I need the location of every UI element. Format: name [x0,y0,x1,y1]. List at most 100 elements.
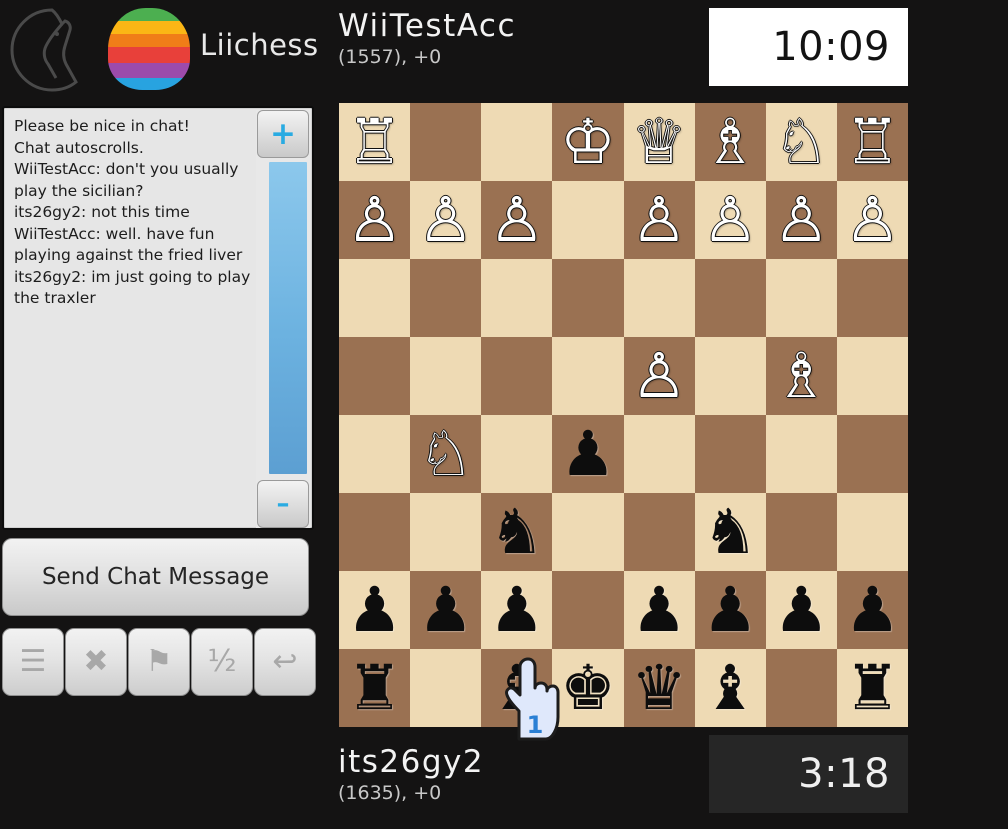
chess-piece-wP[interactable]: ♙ [845,189,901,251]
board-square[interactable]: ♟ [623,571,695,649]
chess-piece-bN[interactable]: ♞ [489,501,545,563]
board-square[interactable] [765,415,837,493]
board-square[interactable]: ♙ [481,181,553,259]
board-square[interactable] [623,259,695,337]
board-square[interactable] [623,493,695,571]
board-square[interactable]: ♟ [481,571,553,649]
board-square[interactable] [410,649,482,727]
send-chat-message-button[interactable]: Send Chat Message [2,538,309,616]
board-square[interactable]: ♟ [410,571,482,649]
board-square[interactable]: ♙ [623,337,695,415]
chess-piece-wB[interactable]: ♗ [774,345,830,407]
board-square[interactable] [694,259,766,337]
board-square[interactable] [410,103,482,181]
board-square[interactable] [339,259,411,337]
board-square[interactable] [694,337,766,415]
board-square[interactable]: ♝ [481,649,553,727]
board-square[interactable]: ♖ [836,103,908,181]
board-square[interactable] [410,493,482,571]
chess-piece-wN[interactable]: ♘ [418,423,474,485]
chat-scrollbar-thumb[interactable] [269,162,307,474]
chess-piece-bP[interactable]: ♟ [489,579,545,641]
chess-piece-bP[interactable]: ♟ [418,579,474,641]
board-square[interactable]: ♞ [694,493,766,571]
menu-button[interactable]: ☰ [2,628,64,696]
board-square[interactable]: ♖ [339,103,411,181]
board-square[interactable] [410,259,482,337]
chat-message-log[interactable]: Please be nice in chat! Chat autoscrolls.… [14,116,262,522]
abort-button[interactable]: ✖ [65,628,127,696]
chess-piece-wP[interactable]: ♙ [702,189,758,251]
chess-piece-wR[interactable]: ♖ [845,111,901,173]
chat-scroll-up-button[interactable]: + [257,110,309,158]
chess-piece-wP[interactable]: ♙ [631,189,687,251]
chess-piece-bR[interactable]: ♜ [845,657,901,719]
board-square[interactable] [836,415,908,493]
board-square[interactable] [481,415,553,493]
chess-piece-wP[interactable]: ♙ [489,189,545,251]
board-square[interactable] [623,415,695,493]
board-square[interactable] [339,415,411,493]
board-square[interactable]: ♙ [765,181,837,259]
chess-piece-bP[interactable]: ♟ [631,579,687,641]
board-square[interactable]: ♜ [836,649,908,727]
chess-piece-bP[interactable]: ♟ [702,579,758,641]
board-square[interactable] [552,181,624,259]
chat-scrollbar[interactable]: + – [256,110,310,528]
chess-piece-wP[interactable]: ♙ [347,189,403,251]
chess-piece-wR[interactable]: ♖ [347,111,403,173]
chess-piece-wP[interactable]: ♙ [774,189,830,251]
board-square[interactable]: ♘ [410,415,482,493]
board-square[interactable]: ♟ [339,571,411,649]
draw-offer-button[interactable]: ½ [191,628,253,696]
chess-piece-bP[interactable]: ♟ [560,423,616,485]
board-square[interactable]: ♔ [552,103,624,181]
board-square[interactable]: ♟ [765,571,837,649]
chess-piece-bP[interactable]: ♟ [347,579,403,641]
board-square[interactable] [481,259,553,337]
board-square[interactable] [339,493,411,571]
chess-piece-wK[interactable]: ♔ [560,111,616,173]
board-square[interactable] [552,493,624,571]
board-square[interactable]: ♗ [694,103,766,181]
chat-scroll-down-button[interactable]: – [257,480,309,528]
board-square[interactable] [836,337,908,415]
chess-piece-bB[interactable]: ♝ [489,657,545,719]
chess-piece-wP[interactable]: ♙ [631,345,687,407]
board-square[interactable]: ♞ [481,493,553,571]
board-square[interactable]: ♙ [410,181,482,259]
board-square[interactable] [339,337,411,415]
chess-piece-bK[interactable]: ♚ [560,657,616,719]
board-square[interactable]: ♘ [765,103,837,181]
chess-piece-bP[interactable]: ♟ [774,579,830,641]
board-square[interactable] [694,415,766,493]
board-square[interactable]: ♙ [694,181,766,259]
resign-button[interactable]: ⚑ [128,628,190,696]
chess-piece-wB[interactable]: ♗ [702,111,758,173]
board-square[interactable]: ♙ [836,181,908,259]
chess-piece-wN[interactable]: ♘ [774,111,830,173]
chess-piece-wP[interactable]: ♙ [418,189,474,251]
board-square[interactable] [481,103,553,181]
chess-piece-bP[interactable]: ♟ [845,579,901,641]
board-square[interactable]: ♟ [836,571,908,649]
board-square[interactable] [765,649,837,727]
board-square[interactable]: ♝ [694,649,766,727]
chess-piece-bB[interactable]: ♝ [702,657,758,719]
chess-board[interactable]: ♖ ♔ ♕ ♗ ♘ ♖ ♙ ♙ ♙ ♙ ♙ ♙ ♙ ♙ ♗ ♘ ♟ ♞ ♞ ♟ ♟ ♟ ♟ ♟ ♟ ♟ ♜ ♝ ♚ ♛ ♝ ♜ [339,103,908,727]
board-square[interactable]: ♚ [552,649,624,727]
board-square[interactable]: ♙ [339,181,411,259]
board-square[interactable] [552,337,624,415]
board-square[interactable]: ♗ [765,337,837,415]
board-square[interactable] [552,259,624,337]
board-square[interactable] [552,571,624,649]
board-square[interactable]: ♜ [339,649,411,727]
chess-piece-wQ[interactable]: ♕ [631,111,687,173]
board-square[interactable]: ♛ [623,649,695,727]
board-square[interactable]: ♟ [552,415,624,493]
board-square[interactable] [765,493,837,571]
board-square[interactable] [765,259,837,337]
board-square[interactable]: ♙ [623,181,695,259]
board-square[interactable] [836,259,908,337]
board-square[interactable] [481,337,553,415]
